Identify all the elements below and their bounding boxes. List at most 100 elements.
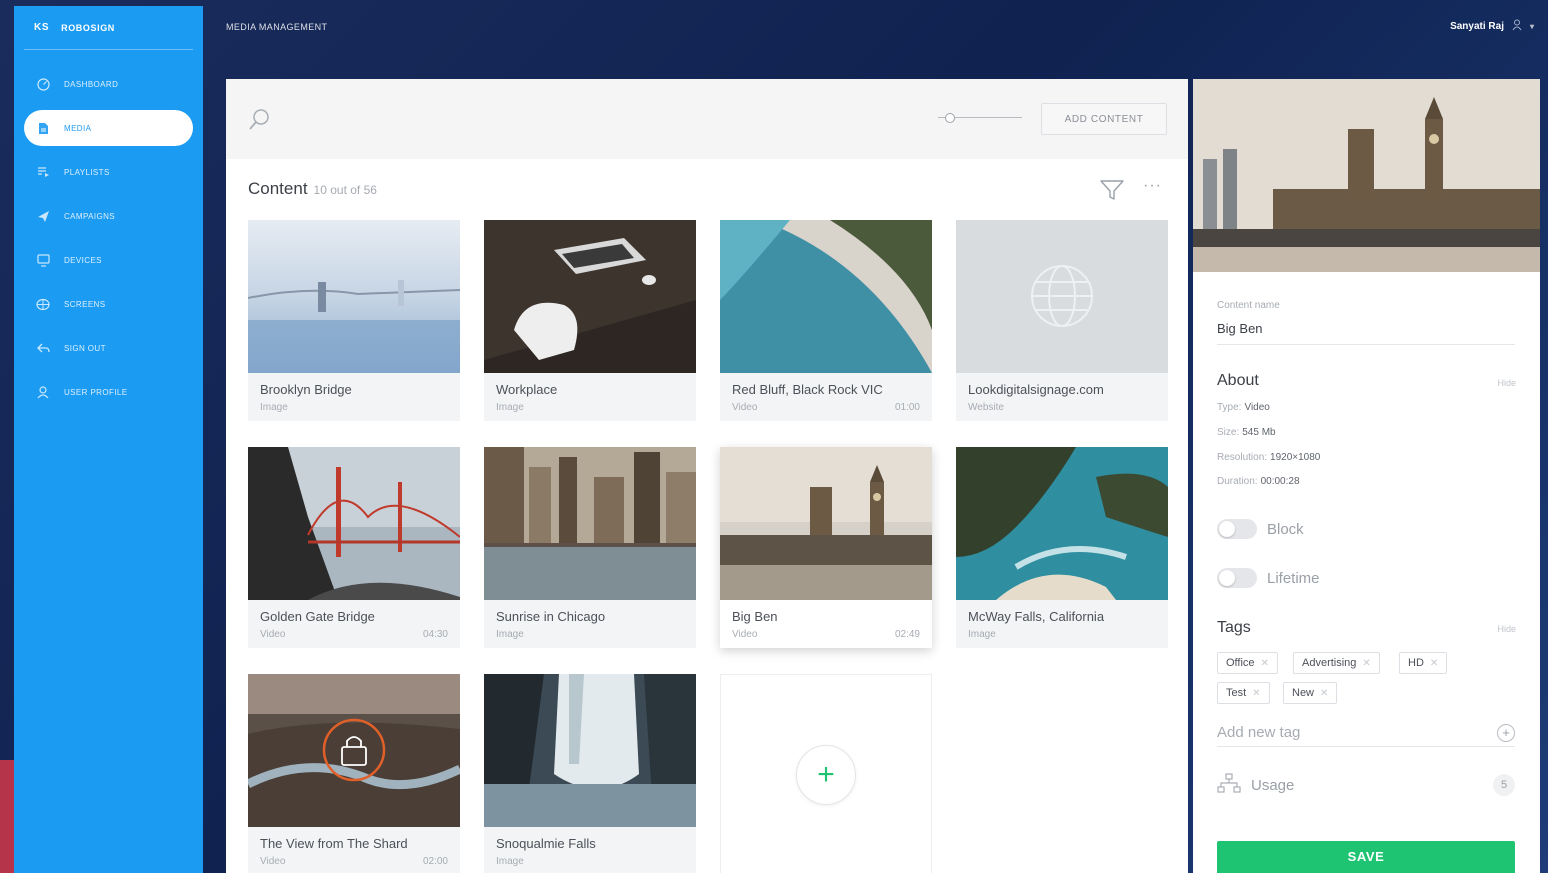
dashboard-icon [36, 77, 50, 91]
tags-title: Tags [1217, 619, 1251, 636]
tag-label: Test [1226, 687, 1247, 699]
block-toggle[interactable] [1217, 519, 1257, 539]
content-name-field[interactable]: Big Ben [1217, 321, 1515, 345]
brand-mark: KS [34, 22, 50, 33]
content-title: Content [248, 179, 308, 198]
close-icon[interactable]: ✕ [1261, 658, 1269, 669]
lifetime-label: Lifetime [1267, 569, 1320, 587]
close-icon[interactable]: ✕ [1362, 658, 1370, 669]
usage-row[interactable]: Usage 5 [1217, 771, 1515, 799]
tag-label: Office [1226, 657, 1255, 669]
zoom-slider[interactable] [938, 113, 1022, 123]
document-icon [36, 121, 50, 135]
card-name: Brooklyn Bridge [260, 382, 352, 397]
content-detail-panel: Content name Big Ben About Hide Type: Vid… [1193, 79, 1540, 873]
background-accent-strip [0, 760, 14, 873]
user-icon [1512, 19, 1522, 34]
meta-value: 545 Mb [1242, 427, 1276, 438]
content-card[interactable]: Lookdigitalsignage.com Website [956, 220, 1168, 421]
lifetime-toggle[interactable] [1217, 568, 1257, 588]
card-name: Workplace [496, 382, 558, 397]
card-name: Golden Gate Bridge [260, 609, 375, 624]
sidebar: KS ROBOSIGN DASHBOARD MEDIA PLAYLISTS CA… [14, 6, 203, 873]
sidebar-item-media[interactable]: MEDIA [24, 110, 193, 146]
card-thumbnail [956, 447, 1168, 600]
content-count: 10 out of 56 [313, 183, 377, 197]
add-tag-plus-icon[interactable]: + [1497, 723, 1515, 742]
content-name-label: Content name [1217, 300, 1280, 311]
send-icon [36, 209, 50, 223]
tags-hide-link[interactable]: Hide [1497, 624, 1516, 634]
more-options-icon[interactable]: ··· [1143, 177, 1162, 195]
filter-icon[interactable] [1099, 179, 1125, 201]
card-thumbnail [484, 674, 696, 827]
card-type: Image [496, 856, 524, 867]
content-card[interactable]: Sunrise in Chicago Image [484, 447, 696, 648]
meta-label: Type: [1217, 402, 1242, 413]
user-menu[interactable]: Sanyati Raj ▾ [1450, 19, 1534, 34]
sidebar-item-label: DEVICES [64, 255, 102, 265]
card-name: Big Ben [732, 609, 778, 624]
meta-resolution: Resolution: 1920×1080 [1217, 452, 1320, 463]
tag-label: New [1292, 687, 1315, 699]
card-thumbnail [248, 220, 460, 373]
card-name: Red Bluff, Black Rock VIC [732, 382, 883, 397]
content-card-selected[interactable]: Big Ben Video 02:49 [720, 447, 932, 648]
media-main-panel: ADD CONTENT Content 10 out of 56 ··· Bro… [226, 79, 1188, 873]
content-card[interactable]: Golden Gate Bridge Video 04:30 [248, 447, 460, 648]
add-content-card[interactable]: + [720, 674, 932, 873]
about-hide-link[interactable]: Hide [1497, 378, 1516, 388]
sidebar-item-devices[interactable]: DEVICES [24, 242, 193, 278]
tag-chip: Advertising ✕ [1293, 652, 1380, 674]
card-thumbnail [248, 674, 460, 827]
close-icon[interactable]: ✕ [1430, 658, 1438, 669]
sidebar-item-user-profile[interactable]: USER PROFILE [24, 374, 193, 410]
brand-name: ROBOSIGN [61, 22, 115, 33]
search-icon[interactable] [246, 106, 274, 134]
monitor-icon [36, 253, 50, 267]
plus-icon[interactable]: + [796, 745, 856, 805]
card-name: Sunrise in Chicago [496, 609, 606, 624]
globe-icon [36, 297, 50, 311]
sidebar-item-dashboard[interactable]: DASHBOARD [24, 66, 193, 102]
card-type: Video [732, 402, 758, 413]
meta-size: Size: 545 Mb [1217, 427, 1276, 438]
sidebar-item-campaigns[interactable]: CAMPAIGNS [24, 198, 193, 234]
sidebar-item-screens[interactable]: SCREENS [24, 286, 193, 322]
content-header: Content 10 out of 56 [248, 179, 377, 199]
zoom-slider-thumb[interactable] [945, 113, 955, 123]
card-name: Snoqualmie Falls [496, 836, 596, 851]
content-card[interactable]: McWay Falls, California Image [956, 447, 1168, 648]
card-type: Video [260, 629, 286, 640]
close-icon[interactable]: ✕ [1320, 688, 1328, 699]
sidebar-item-label: PLAYLISTS [64, 167, 110, 177]
card-name: McWay Falls, California [968, 609, 1105, 624]
add-content-button[interactable]: ADD CONTENT [1041, 103, 1167, 135]
card-thumbnail [484, 447, 696, 600]
content-card[interactable]: Brooklyn Bridge Image [248, 220, 460, 421]
add-tag-input[interactable] [1217, 724, 1467, 741]
sidebar-item-playlists[interactable]: PLAYLISTS [24, 154, 193, 190]
sidebar-item-label: SIGN OUT [64, 343, 106, 353]
content-area: Content 10 out of 56 ··· Brooklyn Bridge… [226, 159, 1188, 873]
meta-value: 00:00:28 [1260, 476, 1300, 487]
page-title: MEDIA MANAGEMENT [226, 22, 328, 32]
sidebar-item-sign-out[interactable]: SIGN OUT [24, 330, 193, 366]
playlist-icon [36, 165, 50, 179]
content-card[interactable]: Snoqualmie Falls Image [484, 674, 696, 873]
meta-type: Type: Video [1217, 402, 1270, 413]
card-duration: 02:00 [422, 856, 448, 867]
card-name: The View from The Shard [260, 836, 408, 851]
content-card[interactable]: Red Bluff, Black Rock VIC Video 01:00 [720, 220, 932, 421]
website-globe-icon [1031, 265, 1093, 327]
brand-logo[interactable]: KS ROBOSIGN [24, 6, 193, 50]
lifetime-toggle-row: Lifetime [1217, 568, 1320, 588]
card-type: Image [496, 402, 524, 413]
sidebar-item-label: DASHBOARD [64, 79, 119, 89]
content-card[interactable]: The View from The Shard Video 02:00 [248, 674, 460, 873]
sidebar-item-label: CAMPAIGNS [64, 211, 116, 221]
content-card[interactable]: Workplace Image [484, 220, 696, 421]
save-button[interactable]: SAVE [1217, 841, 1515, 873]
close-icon[interactable]: ✕ [1252, 688, 1260, 699]
usage-left: Usage [1217, 772, 1294, 798]
